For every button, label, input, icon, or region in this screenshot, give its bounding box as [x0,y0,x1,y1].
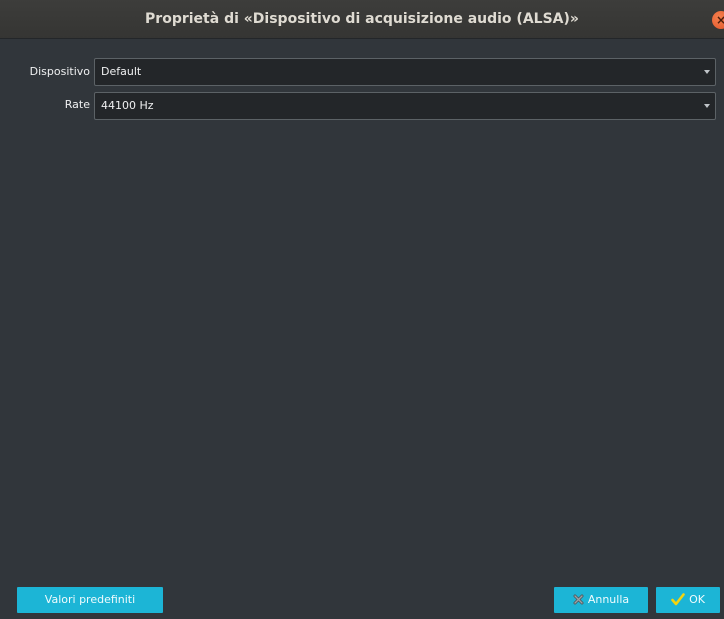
close-button[interactable]: × [712,11,724,29]
device-select[interactable]: Default [94,58,716,86]
defaults-button[interactable]: Valori predefiniti [17,587,163,613]
cross-icon [573,594,584,604]
rate-select-value: 44100 Hz [101,99,154,112]
close-icon: × [715,13,724,27]
properties-window: Proprietà di «Dispositivo di acquisizion… [0,0,724,619]
defaults-button-label: Valori predefiniti [44,593,136,606]
rate-select[interactable]: 44100 Hz [94,92,716,120]
ok-button-label: OK [689,593,705,606]
rate-row: Rate [0,92,90,120]
rate-label: Rate [64,98,90,111]
title-bar[interactable]: Proprietà di «Dispositivo di acquisizion… [0,0,724,39]
window-title: Proprietà di «Dispositivo di acquisizion… [145,11,579,27]
checkmark-icon [671,592,685,605]
device-select-value: Default [101,65,142,78]
chevron-down-icon [704,70,710,74]
device-row: Dispositivo [0,58,90,86]
chevron-down-icon [704,104,710,108]
ok-button[interactable]: OK [656,587,720,613]
cancel-button[interactable]: Annulla [554,587,648,613]
cancel-button-label: Annulla [587,593,630,606]
device-label: Dispositivo [29,65,90,78]
